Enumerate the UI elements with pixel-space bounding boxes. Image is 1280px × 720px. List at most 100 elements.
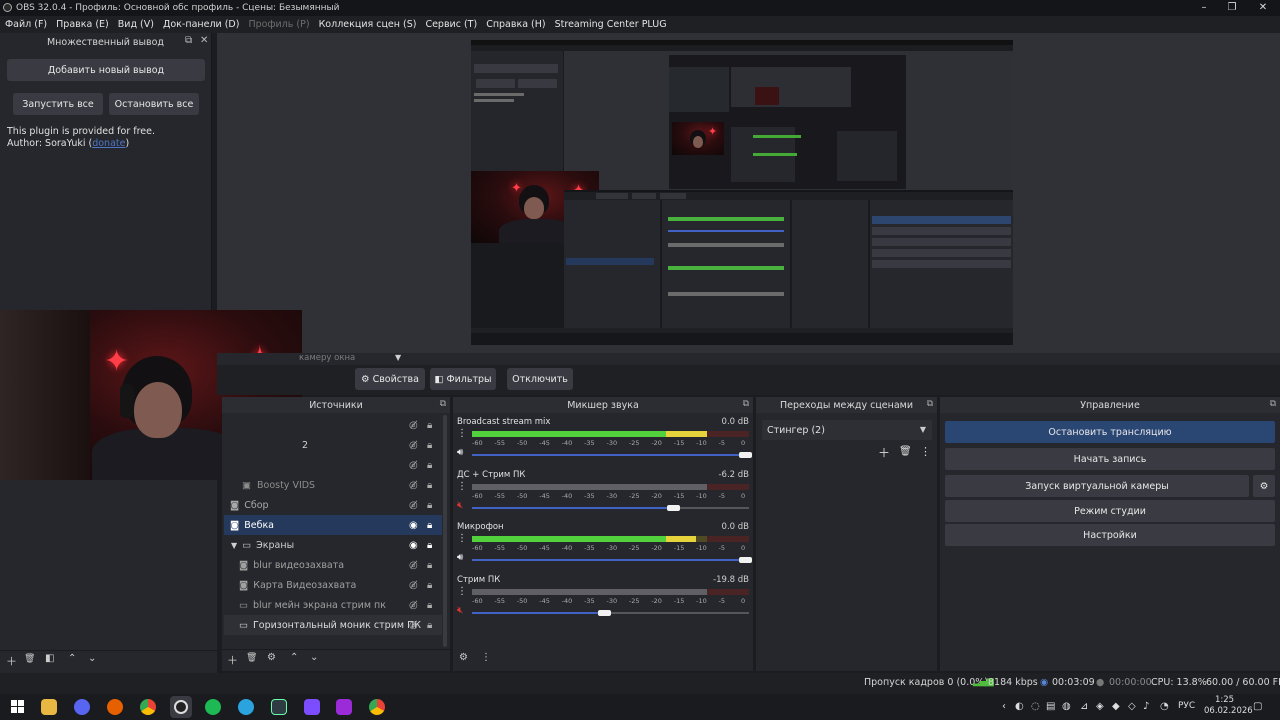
volume-slider[interactable] [472,610,749,616]
eye-icon[interactable]: ◉ [409,520,418,531]
lock-icon[interactable]: 🔒︎ [427,460,432,471]
volume-knob[interactable] [739,557,752,563]
file-explorer-icon[interactable] [41,699,57,715]
chrome-icon[interactable] [140,699,156,715]
tray-icon[interactable]: ◇ [1128,701,1136,712]
menu-file[interactable]: Файл (F) [5,19,47,30]
lock-icon[interactable]: 🔒︎ [427,420,432,431]
channel-menu-icon[interactable]: ⋮ [457,586,467,597]
undock-icon[interactable]: ⧉ [927,399,933,409]
channel-menu-icon[interactable]: ⋮ [457,533,467,544]
language-indicator[interactable]: РУС [1178,701,1195,711]
firefox-icon[interactable] [107,699,123,715]
source-row[interactable]: ◙ Карта Видеозахвата ◎̸ 🔒︎ [224,575,442,595]
chevron-down-icon[interactable]: ▼ [231,541,237,550]
source-row[interactable]: ◙ blur видеозахвата ◎̸ 🔒︎ [224,555,442,575]
source-row[interactable]: 2 ◎̸ 🔒︎ [224,435,442,455]
lock-icon[interactable]: 🔒︎ [427,600,432,611]
volume-slider[interactable] [472,505,749,511]
screen-capture-source[interactable]: ✦ ✦ ✦ [471,40,1013,345]
menu-streaming-center[interactable]: Streaming Center PLUG [555,19,667,30]
source-row[interactable]: ▣ Boosty VIDS ◎̸ 🔒︎ [224,475,442,495]
speaker-muted-icon[interactable]: 🔇︎ [457,605,463,616]
lock-icon[interactable]: 🔒︎ [427,480,432,491]
channel-menu-icon[interactable]: ⋮ [457,428,467,439]
filters-button[interactable]: ◧ Фильтры [430,368,496,390]
move-down-icon[interactable]: ⌄ [88,653,96,664]
speaker-muted-icon[interactable]: 🔇︎ [457,500,463,511]
lock-icon[interactable]: 🔒︎ [427,560,432,571]
network-icon[interactable]: ⊿ [1080,701,1088,712]
tray-icon[interactable]: ◆ [1112,701,1120,712]
virtual-camera-settings-button[interactable]: ⚙ [1253,475,1275,497]
source-row[interactable]: ◎̸ 🔒︎ [224,415,442,435]
source-row-selected[interactable]: ◙ Вебка ◉ 🔒︎ [224,515,442,535]
start-record-button[interactable]: Начать запись [945,448,1275,470]
remove-scene-icon[interactable]: 🗑 [24,654,35,664]
menu-scene-collection[interactable]: Коллекция сцен (S) [319,19,417,30]
tray-icon[interactable]: ◍ [1062,701,1071,712]
menu-view[interactable]: Вид (V) [118,19,154,30]
add-output-button[interactable]: Добавить новый вывод [7,59,205,81]
note-app-icon[interactable] [336,699,352,715]
close-icon[interactable]: ✕ [200,35,208,46]
tray-icon[interactable]: ◔ [1160,701,1169,712]
lock-icon[interactable]: 🔒︎ [427,620,432,631]
speaker-icon[interactable]: 🔊︎ [457,552,463,563]
maximize-button[interactable]: ❐ [1215,0,1249,16]
eye-hidden-icon[interactable]: ◎̸ [409,480,418,491]
add-transition-icon[interactable]: ＋ [878,444,890,461]
eye-hidden-icon[interactable]: ◎̸ [409,440,418,451]
volume-slider[interactable] [472,557,752,563]
more-icon[interactable]: ⋮ [481,652,491,663]
spotify-icon[interactable] [205,699,221,715]
more-icon[interactable]: ⋮ [920,445,931,458]
properties-button[interactable]: ⚙ Свойства [355,368,425,390]
twitch-like-icon[interactable] [304,699,320,715]
menu-edit[interactable]: Правка (E) [56,19,109,30]
remove-transition-icon[interactable]: 🗑 [899,446,912,457]
chevron-left-icon[interactable]: ‹ [1002,701,1006,712]
virtual-camera-button[interactable]: Запуск виртуальной камеры [945,475,1249,497]
undock-icon[interactable]: ⧉ [1270,399,1276,409]
studio-mode-button[interactable]: Режим студии [945,500,1275,522]
stop-all-button[interactable]: Остановить все [109,93,199,115]
speaker-icon[interactable]: 🔊︎ [457,447,463,458]
obs-taskbar-icon[interactable] [170,696,192,718]
menu-docks[interactable]: Док-панели (D) [163,19,239,30]
chevron-down-icon[interactable]: ▼ [395,353,401,362]
tray-icon[interactable]: ◐ [1015,701,1024,712]
volume-knob[interactable] [739,452,752,458]
eye-hidden-icon[interactable]: ◎̸ [409,580,418,591]
add-source-icon[interactable]: ＋ [227,652,238,668]
close-window-button[interactable]: ✕ [1246,0,1280,16]
notification-icon[interactable]: ▢ [1253,701,1262,712]
eye-hidden-icon[interactable]: ◎̸ [409,600,418,611]
volume-slider[interactable] [472,452,752,458]
move-up-icon[interactable]: ⌃ [68,653,76,664]
volume-knob[interactable] [666,505,680,511]
move-up-icon[interactable]: ⌃ [290,652,298,663]
tray-icon[interactable]: ▤ [1046,701,1055,712]
volume-icon[interactable]: ♪ [1143,701,1149,712]
stop-stream-button[interactable]: Остановить трансляцию [945,421,1275,443]
chrome-alt-icon[interactable] [369,699,385,715]
app-icon[interactable] [271,699,287,715]
discord-icon[interactable] [74,699,90,715]
gear-icon[interactable]: ⚙ [459,652,468,663]
remove-source-icon[interactable]: 🗑 [246,653,257,663]
source-group-row[interactable]: ▼ ▭ Экраны ◉ 🔒︎ [224,535,442,555]
tray-icon[interactable]: ◈ [1096,701,1104,712]
gear-icon[interactable]: ⚙ [267,652,276,663]
eye-hidden-icon[interactable]: ◎̸ [409,420,418,431]
lock-icon[interactable]: 🔒︎ [427,500,432,511]
undock-icon[interactable]: ⧉ [185,35,192,46]
undock-icon[interactable]: ⧉ [743,399,749,409]
source-row-hover[interactable]: ▭ Горизонтальный моник стрим ПК ◎̸ 🔒︎ [224,615,442,635]
add-scene-icon[interactable]: ＋ [6,653,17,669]
channel-menu-icon[interactable]: ⋮ [457,481,467,492]
tray-icon[interactable]: ◌ [1031,701,1040,712]
donate-link[interactable]: donate [92,138,125,149]
scene-filter-icon[interactable]: ◧ [45,653,54,664]
move-down-icon[interactable]: ⌄ [310,652,318,663]
